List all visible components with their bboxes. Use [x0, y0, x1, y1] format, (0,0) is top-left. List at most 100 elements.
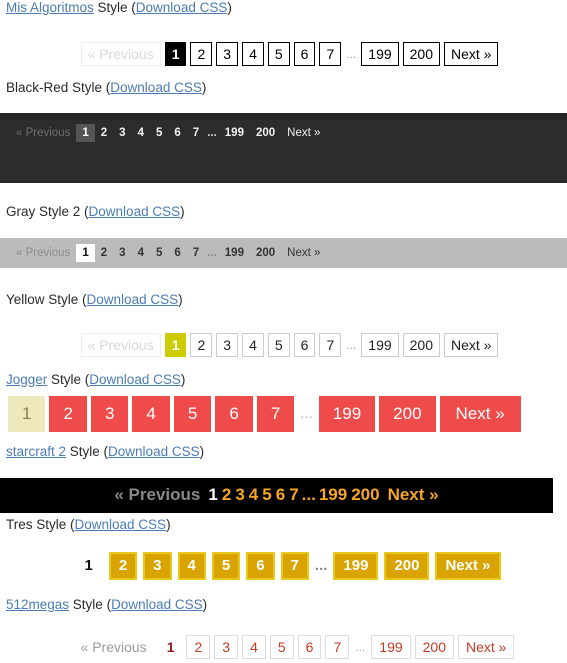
page-link[interactable]: 6	[274, 485, 287, 505]
page-link[interactable]: 5	[267, 333, 290, 357]
page-link[interactable]: 5	[269, 635, 294, 659]
page-link[interactable]: 3	[216, 333, 239, 357]
page-link[interactable]: 4	[132, 124, 150, 142]
page-link[interactable]: 199	[361, 42, 399, 66]
page-link[interactable]: 6	[215, 396, 253, 432]
page-link[interactable]: 3	[143, 552, 172, 580]
page-link[interactable]: 5	[211, 552, 241, 580]
page-link[interactable]: 2	[190, 333, 213, 357]
page-link[interactable]: 3	[113, 124, 131, 142]
page-link[interactable]: 199	[219, 244, 250, 262]
download-css-link-black-red[interactable]: Download CSS	[110, 80, 202, 95]
page-link[interactable]: 6	[297, 635, 322, 659]
page-link[interactable]: 7	[256, 396, 295, 432]
page-link[interactable]: 200	[250, 244, 281, 262]
page-link[interactable]: 200	[379, 396, 436, 432]
page-link[interactable]: 5	[267, 42, 290, 66]
download-css-link-yellow[interactable]: Download CSS	[87, 292, 179, 307]
page-link[interactable]: 200	[384, 552, 430, 580]
page-link[interactable]: 199	[317, 485, 349, 505]
page-link[interactable]: 7	[187, 124, 205, 142]
next-button[interactable]: Next »	[444, 333, 499, 357]
pagination-black-red[interactable]: « Previous 1 2 3 4 5 6 7... 199 200 Next »	[0, 119, 567, 147]
page-link[interactable]: 7	[325, 635, 350, 659]
page-link[interactable]: 200	[250, 124, 281, 142]
download-css-link-512megas[interactable]: Download CSS	[111, 597, 203, 612]
page-link[interactable]: 200	[402, 333, 440, 357]
page-link[interactable]: 6	[168, 124, 186, 142]
download-css-link-starcraft-2[interactable]: Download CSS	[108, 444, 200, 459]
style-name-link-mis-algoritmos[interactable]: Mis Algoritmos	[6, 0, 94, 15]
next-button[interactable]: Next »	[444, 42, 499, 66]
page-link[interactable]: 6	[246, 552, 275, 580]
download-css-link-gray-style-2[interactable]: Download CSS	[89, 204, 181, 219]
prev-button-disabled: « Previous	[80, 333, 161, 357]
page-link[interactable]: 3	[233, 485, 246, 505]
page-current: 1	[8, 396, 46, 432]
pagination-starcraft-2[interactable]: « Previous 1 2 3 4 5 6 7... 199 200 Next »	[0, 485, 553, 505]
pagination-gray-style-2[interactable]: « Previous 1 2 3 4 5 6 7... 199 200 Next »	[0, 238, 567, 268]
download-css-link-mis-algoritmos[interactable]: Download CSS	[136, 0, 228, 15]
page-link[interactable]: 199	[219, 124, 250, 142]
page-link[interactable]: 4	[247, 485, 260, 505]
page-link[interactable]: 199	[361, 333, 399, 357]
next-button[interactable]: Next »	[281, 124, 326, 142]
page-link[interactable]: 199	[371, 635, 411, 659]
page-link[interactable]: 4	[242, 635, 266, 659]
page-link[interactable]: 200	[402, 42, 440, 66]
download-css-link-tres[interactable]: Download CSS	[75, 517, 167, 532]
style-name-link-jogger[interactable]: Jogger	[6, 372, 47, 387]
page-link[interactable]: 2	[220, 485, 233, 505]
page-link[interactable]: 5	[260, 485, 273, 505]
next-button[interactable]: Next »	[458, 635, 515, 659]
page-link[interactable]: 3	[214, 635, 239, 659]
page-link[interactable]: 4	[242, 333, 264, 357]
pagination-tres[interactable]: 1 2 3 4 5 6 7... 199 200 Next »	[0, 552, 567, 580]
pagination-512megas[interactable]: « Previous 1 2 3 4 5 6 7... 199 200 Next »	[0, 635, 567, 659]
page-link[interactable]: 3	[90, 396, 129, 432]
next-button[interactable]: Next »	[439, 396, 521, 432]
page-link[interactable]: 7	[319, 333, 342, 357]
page-link[interactable]: 4	[177, 552, 206, 580]
page-link[interactable]: 7	[319, 42, 342, 66]
page-link[interactable]: 3	[113, 244, 131, 262]
pagination-yellow[interactable]: « Previous 1 2 3 4 5 6 7... 199 200 Next »	[0, 333, 567, 357]
page-link[interactable]: 6	[293, 333, 316, 357]
pagination-jogger[interactable]: 1 2 3 4 5 6 7... 199 200 Next »	[0, 396, 567, 432]
page-link[interactable]: 2	[49, 396, 87, 432]
page-link[interactable]: 199	[318, 396, 376, 432]
page-link[interactable]: 5	[150, 124, 168, 142]
page-link[interactable]: 200	[414, 635, 454, 659]
page-link[interactable]: 2	[186, 635, 211, 659]
next-button[interactable]: Next »	[382, 485, 441, 505]
page-link[interactable]: 7	[280, 552, 309, 580]
page-link[interactable]: 5	[150, 244, 168, 262]
page-link[interactable]: 6	[168, 244, 186, 262]
pagination-mis-algoritmos[interactable]: « Previous 1 2 3 4 5 6 7... 199 200 Next »	[0, 42, 567, 66]
style-name-link-starcraft-2[interactable]: starcraft 2	[6, 444, 66, 459]
page-link[interactable]: 4	[132, 396, 170, 432]
pagination-bar-gray-style-2: « Previous 1 2 3 4 5 6 7... 199 200 Next »	[0, 238, 567, 268]
page-link[interactable]: 5	[173, 396, 212, 432]
page-current: 1	[76, 124, 95, 142]
next-button[interactable]: Next »	[281, 244, 326, 262]
heading-tres: Tres Style (Download CSS)	[6, 517, 171, 533]
page-link[interactable]: 200	[349, 485, 381, 505]
page-link[interactable]: 199	[333, 552, 379, 580]
page-link[interactable]: 2	[95, 124, 113, 142]
style-name-gray-style-2: Gray Style 2	[6, 204, 81, 219]
download-css-link-jogger[interactable]: Download CSS	[89, 372, 181, 387]
page-link[interactable]: 4	[132, 244, 150, 262]
page-link[interactable]: 2	[190, 42, 213, 66]
page-link[interactable]: 6	[293, 42, 316, 66]
page-link[interactable]: 2	[108, 552, 138, 580]
page-link[interactable]: 7	[187, 244, 205, 262]
page-link[interactable]: 4	[242, 42, 264, 66]
style-name-link-512megas[interactable]: 512megas	[6, 597, 69, 612]
page-link[interactable]: 7	[287, 485, 300, 505]
page-link[interactable]: 2	[95, 244, 113, 262]
ellipsis: ...	[301, 485, 316, 504]
page-link[interactable]: 3	[216, 42, 239, 66]
close-paren: )	[199, 444, 205, 459]
next-button[interactable]: Next »	[435, 552, 501, 580]
